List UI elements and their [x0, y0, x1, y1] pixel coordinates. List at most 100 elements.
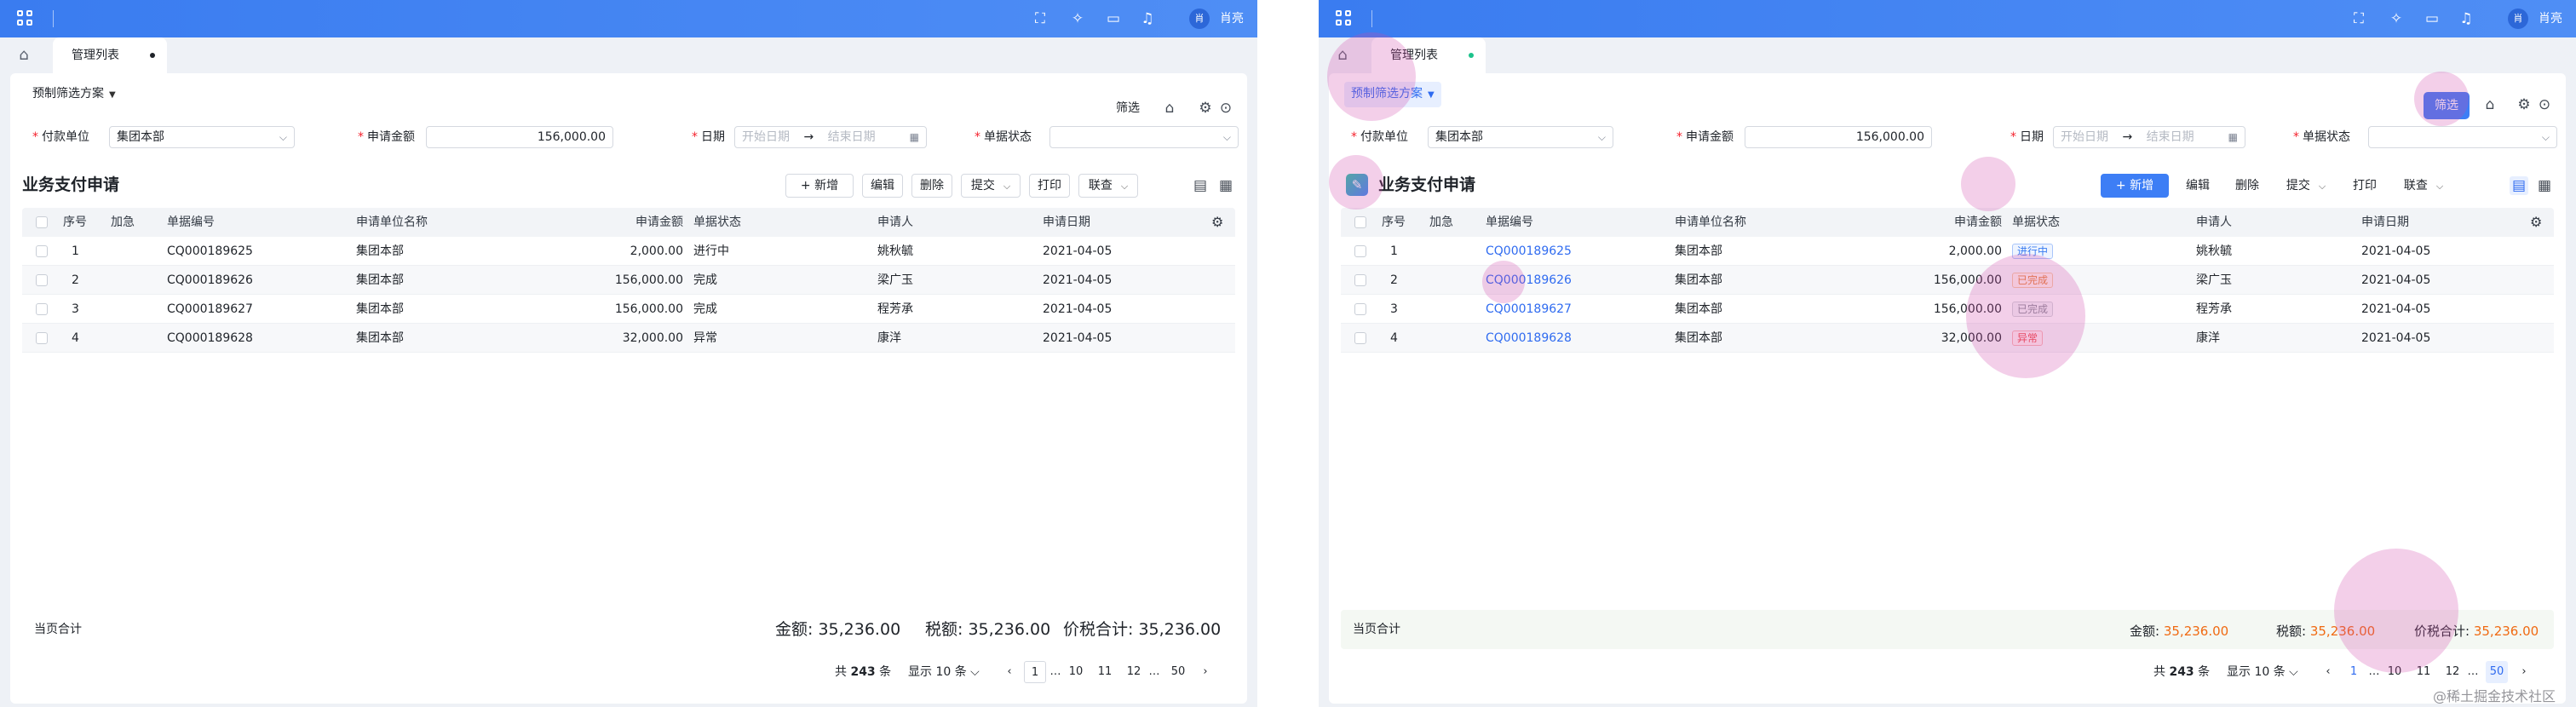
payer-select[interactable]: 集团本部 ⌵ — [109, 126, 295, 148]
delete-button[interactable]: 删除 — [2227, 174, 2268, 198]
row-checkbox[interactable] — [1354, 274, 1366, 286]
row-checkbox[interactable] — [36, 274, 48, 286]
collapse-icon[interactable]: ⊙ — [2535, 95, 2554, 114]
page-ellipsis[interactable]: … — [1044, 661, 1067, 683]
table-header: 序号 加急 单据编号 申请单位名称 申请金额 单据状态 申请人 申请日期 ⚙ — [1341, 208, 2554, 237]
avatar[interactable]: 肖 — [2508, 9, 2528, 29]
app-grid-icon[interactable] — [17, 10, 34, 27]
column-settings-icon[interactable]: ⚙ — [1211, 208, 1223, 237]
doc-no-link[interactable]: CQ000189626 — [1486, 266, 1572, 295]
page-50[interactable]: 50 — [2486, 661, 2508, 683]
edit-button[interactable]: 编辑 — [2177, 174, 2218, 198]
delete-button[interactable]: 删除 — [911, 174, 952, 198]
fullscreen-icon[interactable]: ⛶ — [2349, 9, 2368, 28]
row-checkbox[interactable] — [36, 245, 48, 257]
page-1[interactable]: 1 — [1024, 661, 1046, 683]
submit-dropdown[interactable]: 提交 ⌵ — [2276, 174, 2336, 198]
table-row[interactable]: 2 CQ000189626 集团本部 156,000.00 已完成 梁广玉 20… — [1341, 266, 2554, 295]
card-view-icon[interactable]: ▦ — [1216, 176, 1235, 195]
clear-icon[interactable]: ⌂ — [2481, 95, 2499, 114]
submit-dropdown[interactable]: 提交 ⌵ — [961, 174, 1021, 198]
page-11[interactable]: 11 — [1094, 661, 1116, 683]
page-12[interactable]: 12 — [2441, 661, 2464, 683]
page-10[interactable]: 10 — [1065, 661, 1087, 683]
doc-no-link[interactable]: CQ000189625 — [1486, 237, 1572, 266]
query-dropdown[interactable]: 联查 ⌵ — [2394, 174, 2453, 198]
clear-icon[interactable]: ⌂ — [1160, 99, 1179, 118]
select-all-checkbox[interactable] — [1354, 216, 1366, 228]
table-row[interactable]: 2 CQ000189626 集团本部 156,000.00 完成 梁广玉 202… — [22, 266, 1235, 295]
gear-icon[interactable]: ⚙ — [2515, 95, 2533, 114]
col-date: 申请日期 — [1043, 216, 1090, 229]
row-checkbox[interactable] — [1354, 303, 1366, 315]
collapse-icon[interactable]: ⊙ — [1216, 99, 1235, 118]
filter-scheme-dropdown[interactable]: 预制筛选方案 ▼ — [32, 85, 116, 104]
cell-date: 2021-04-05 — [1043, 331, 1113, 345]
table-view-icon[interactable]: ▤ — [1191, 176, 1210, 195]
add-button[interactable]: + 新增 — [2101, 174, 2169, 198]
message-icon[interactable]: ▭ — [1104, 9, 1123, 28]
page-ellipsis[interactable]: … — [1143, 661, 1165, 683]
payer-select[interactable]: 集团本部 ⌵ — [1428, 126, 1613, 148]
filter-button[interactable]: 筛选 — [2424, 92, 2470, 119]
tab-management-list[interactable]: 管理列表 — [1371, 37, 1486, 73]
filter-scheme-dropdown[interactable]: 预制筛选方案 ▼ — [1344, 82, 1441, 107]
next-page-icon[interactable]: › — [1194, 661, 1216, 683]
table-row[interactable]: 1 CQ000189625 集团本部 2,000.00 进行中 姚秋毓 2021… — [1341, 237, 2554, 266]
page-size-select[interactable]: 显示 10 条 ⌵ — [2227, 661, 2298, 683]
fullscreen-icon[interactable]: ⛶ — [1031, 9, 1049, 28]
table-row[interactable]: 1 CQ000189625 集团本部 2,000.00 进行中 姚秋毓 2021… — [22, 237, 1235, 266]
page-1[interactable]: 1 — [2343, 661, 2365, 683]
table-row[interactable]: 4 CQ000189628 集团本部 32,000.00 异常 康洋 2021-… — [1341, 324, 2554, 353]
page-11[interactable]: 11 — [2412, 661, 2435, 683]
amount-input[interactable]: 156,000.00 — [1745, 126, 1932, 148]
row-checkbox[interactable] — [36, 303, 48, 315]
edit-button[interactable]: 编辑 — [862, 174, 903, 198]
page-50[interactable]: 50 — [1167, 661, 1189, 683]
table-view-icon[interactable]: ▤ — [2510, 176, 2528, 195]
select-all-checkbox[interactable] — [36, 216, 48, 228]
status-select[interactable]: ⌵ — [2368, 126, 2557, 148]
bell-icon[interactable]: ♫ — [2457, 9, 2475, 28]
page-12[interactable]: 12 — [1123, 661, 1145, 683]
print-button[interactable]: 打印 — [1029, 174, 1070, 198]
user-name[interactable]: 肖亮 — [1220, 10, 1244, 27]
tab-management-list[interactable]: 管理列表 — [53, 37, 167, 73]
table-row[interactable]: 4 CQ000189628 集团本部 32,000.00 异常 康洋 2021-… — [22, 324, 1235, 353]
message-icon[interactable]: ▭ — [2423, 9, 2441, 28]
print-button[interactable]: 打印 — [2344, 174, 2385, 198]
doc-no-link[interactable]: CQ000189628 — [1486, 324, 1572, 353]
home-icon[interactable]: ⌂ — [1331, 44, 1354, 66]
home-icon[interactable]: ⌂ — [12, 44, 36, 66]
table-row[interactable]: 3 CQ000189627 集团本部 156,000.00 完成 程芳承 202… — [22, 295, 1235, 324]
date-range-picker[interactable]: 开始日期 → 结束日期 ▦ — [2053, 126, 2245, 148]
add-button[interactable]: + 新增 — [785, 174, 854, 198]
row-checkbox[interactable] — [1354, 245, 1366, 257]
next-page-icon[interactable]: › — [2513, 661, 2535, 683]
user-name[interactable]: 肖亮 — [2539, 10, 2562, 27]
query-dropdown[interactable]: 联查 ⌵ — [1078, 174, 1138, 198]
row-checkbox[interactable] — [1354, 332, 1366, 344]
filter-button[interactable]: 筛选 — [1107, 95, 1148, 121]
amount-input[interactable]: 156,000.00 — [426, 126, 613, 148]
page-ellipsis[interactable]: … — [2462, 661, 2484, 683]
bell-icon[interactable]: ♫ — [1138, 9, 1157, 28]
app-grid-icon[interactable] — [1336, 10, 1353, 27]
prev-page-icon[interactable]: ‹ — [2317, 661, 2339, 683]
card-view-icon[interactable]: ▦ — [2535, 176, 2554, 195]
table-row[interactable]: 3 CQ000189627 集团本部 156,000.00 已完成 程芳承 20… — [1341, 295, 2554, 324]
date-range-picker[interactable]: 开始日期 → 结束日期 ▦ — [734, 126, 927, 148]
cell-seq: 1 — [72, 244, 79, 258]
page-10[interactable]: 10 — [2383, 661, 2406, 683]
doc-no-link[interactable]: CQ000189627 — [1486, 295, 1572, 324]
row-checkbox[interactable] — [36, 332, 48, 344]
avatar[interactable]: 肖 — [1189, 9, 1210, 29]
status-select[interactable]: ⌵ — [1049, 126, 1239, 148]
prev-page-icon[interactable]: ‹ — [998, 661, 1021, 683]
helper-icon[interactable]: ✧ — [1068, 9, 1087, 28]
gear-icon[interactable]: ⚙ — [1196, 99, 1215, 118]
page-size-select[interactable]: 显示 10 条 ⌵ — [908, 661, 980, 683]
column-settings-icon[interactable]: ⚙ — [2530, 208, 2542, 237]
page-ellipsis[interactable]: … — [2363, 661, 2385, 683]
helper-icon[interactable]: ✧ — [2387, 9, 2406, 28]
